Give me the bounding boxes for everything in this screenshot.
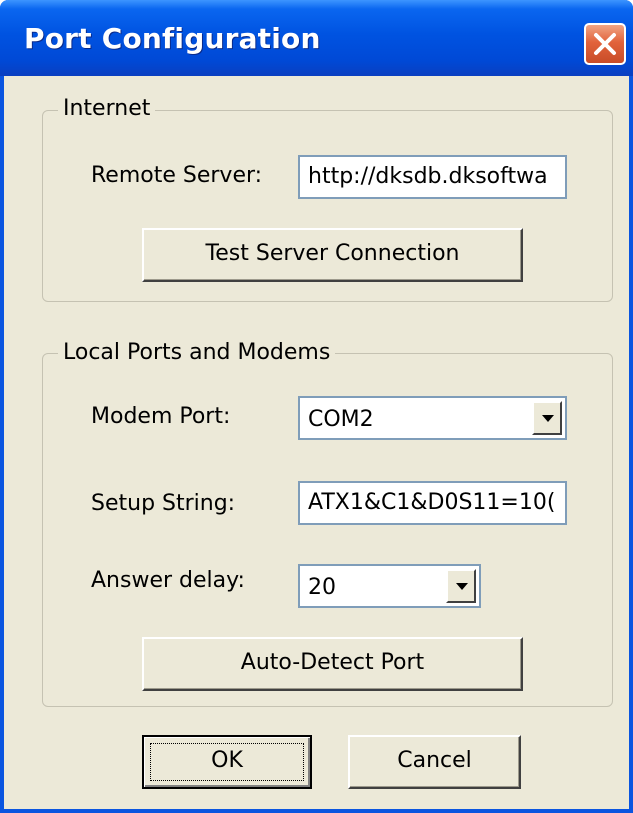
- answer-delay-dropdown[interactable]: 20: [298, 564, 481, 608]
- setup-string-input[interactable]: ATX1&C1&D0S11=10(: [298, 481, 567, 525]
- close-button[interactable]: [584, 23, 626, 65]
- chevron-down-icon: [542, 415, 554, 422]
- setup-string-label: Setup String:: [91, 491, 236, 516]
- cancel-button[interactable]: Cancel: [348, 735, 521, 789]
- modem-port-label: Modem Port:: [91, 404, 231, 429]
- chevron-down-icon: [456, 583, 468, 590]
- remote-server-input[interactable]: http://dksdb.dksoftwa: [298, 155, 567, 199]
- modem-port-value: COM2: [308, 407, 374, 432]
- answer-delay-value: 20: [308, 575, 336, 600]
- port-configuration-dialog: Port Configuration Internet Remote Serve…: [0, 0, 633, 813]
- test-server-connection-button[interactable]: Test Server Connection: [142, 228, 523, 282]
- ok-button[interactable]: OK: [142, 735, 312, 789]
- close-icon: [594, 33, 616, 55]
- local-ports-group-legend: Local Ports and Modems: [58, 340, 336, 365]
- answer-delay-label: Answer delay:: [91, 568, 245, 593]
- window-title: Port Configuration: [24, 22, 321, 55]
- internet-group-legend: Internet: [58, 96, 156, 121]
- modem-port-dropdown[interactable]: COM2: [298, 396, 567, 440]
- answer-delay-dropdown-button[interactable]: [446, 569, 476, 603]
- modem-port-dropdown-button[interactable]: [532, 401, 562, 435]
- remote-server-label: Remote Server:: [91, 163, 263, 188]
- focus-indicator: [150, 743, 304, 781]
- auto-detect-port-button[interactable]: Auto-Detect Port: [142, 637, 523, 691]
- title-bar[interactable]: Port Configuration: [0, 0, 633, 76]
